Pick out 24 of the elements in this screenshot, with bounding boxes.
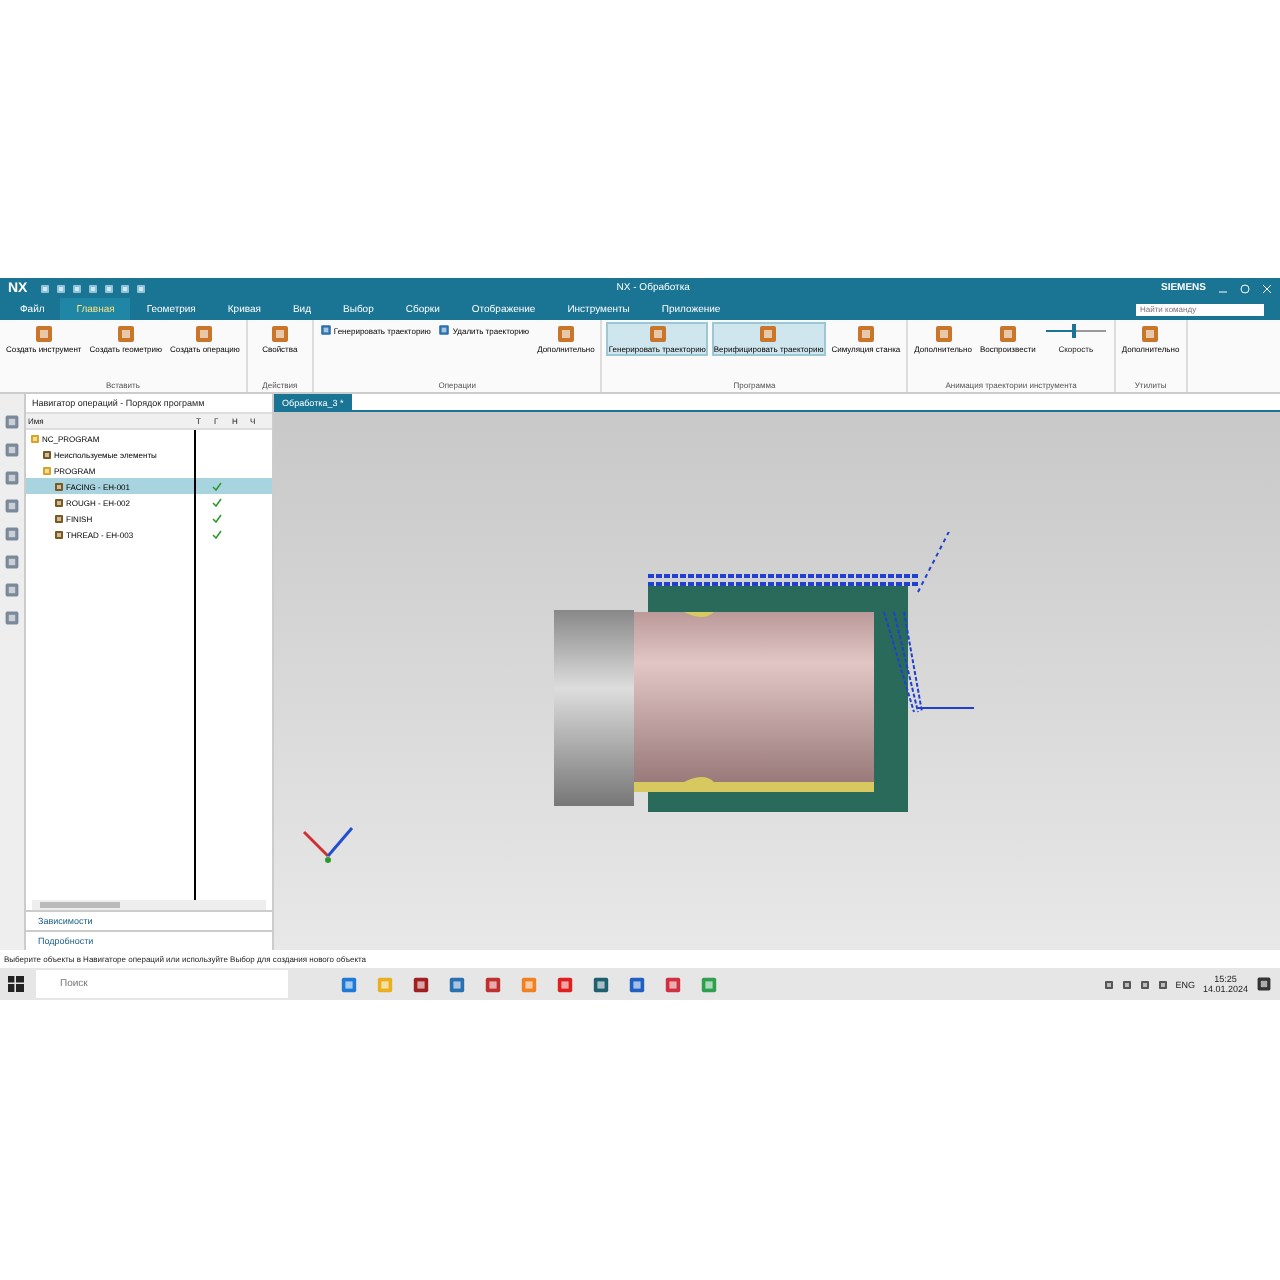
operation-icon — [42, 465, 52, 475]
operation-icon — [54, 529, 64, 539]
operation-icon — [54, 497, 64, 507]
tray-icon — [1103, 979, 1114, 989]
quick-access-icon — [119, 283, 130, 293]
operation-icon — [54, 513, 64, 523]
quick-access-icon — [135, 283, 146, 293]
quick-access-icon — [39, 283, 50, 293]
quick-access-icon — [55, 283, 66, 293]
tray-icon — [1139, 979, 1150, 989]
quick-access-icon — [87, 283, 98, 293]
tray-icon — [1121, 979, 1132, 989]
operation-icon — [54, 481, 64, 491]
tool-icon — [647, 324, 668, 344]
slider-thumb[interactable] — [1072, 324, 1077, 338]
tray-icon — [1157, 979, 1168, 989]
quick-access-icon — [103, 283, 114, 293]
operation-icon — [42, 449, 52, 459]
quick-access-icon — [71, 283, 82, 293]
tool-icon — [758, 324, 779, 344]
windows-start-icon[interactable] — [8, 976, 24, 992]
close-icon[interactable] — [1262, 283, 1272, 293]
help-icon[interactable] — [1240, 283, 1250, 293]
notification-icon — [1256, 976, 1272, 992]
